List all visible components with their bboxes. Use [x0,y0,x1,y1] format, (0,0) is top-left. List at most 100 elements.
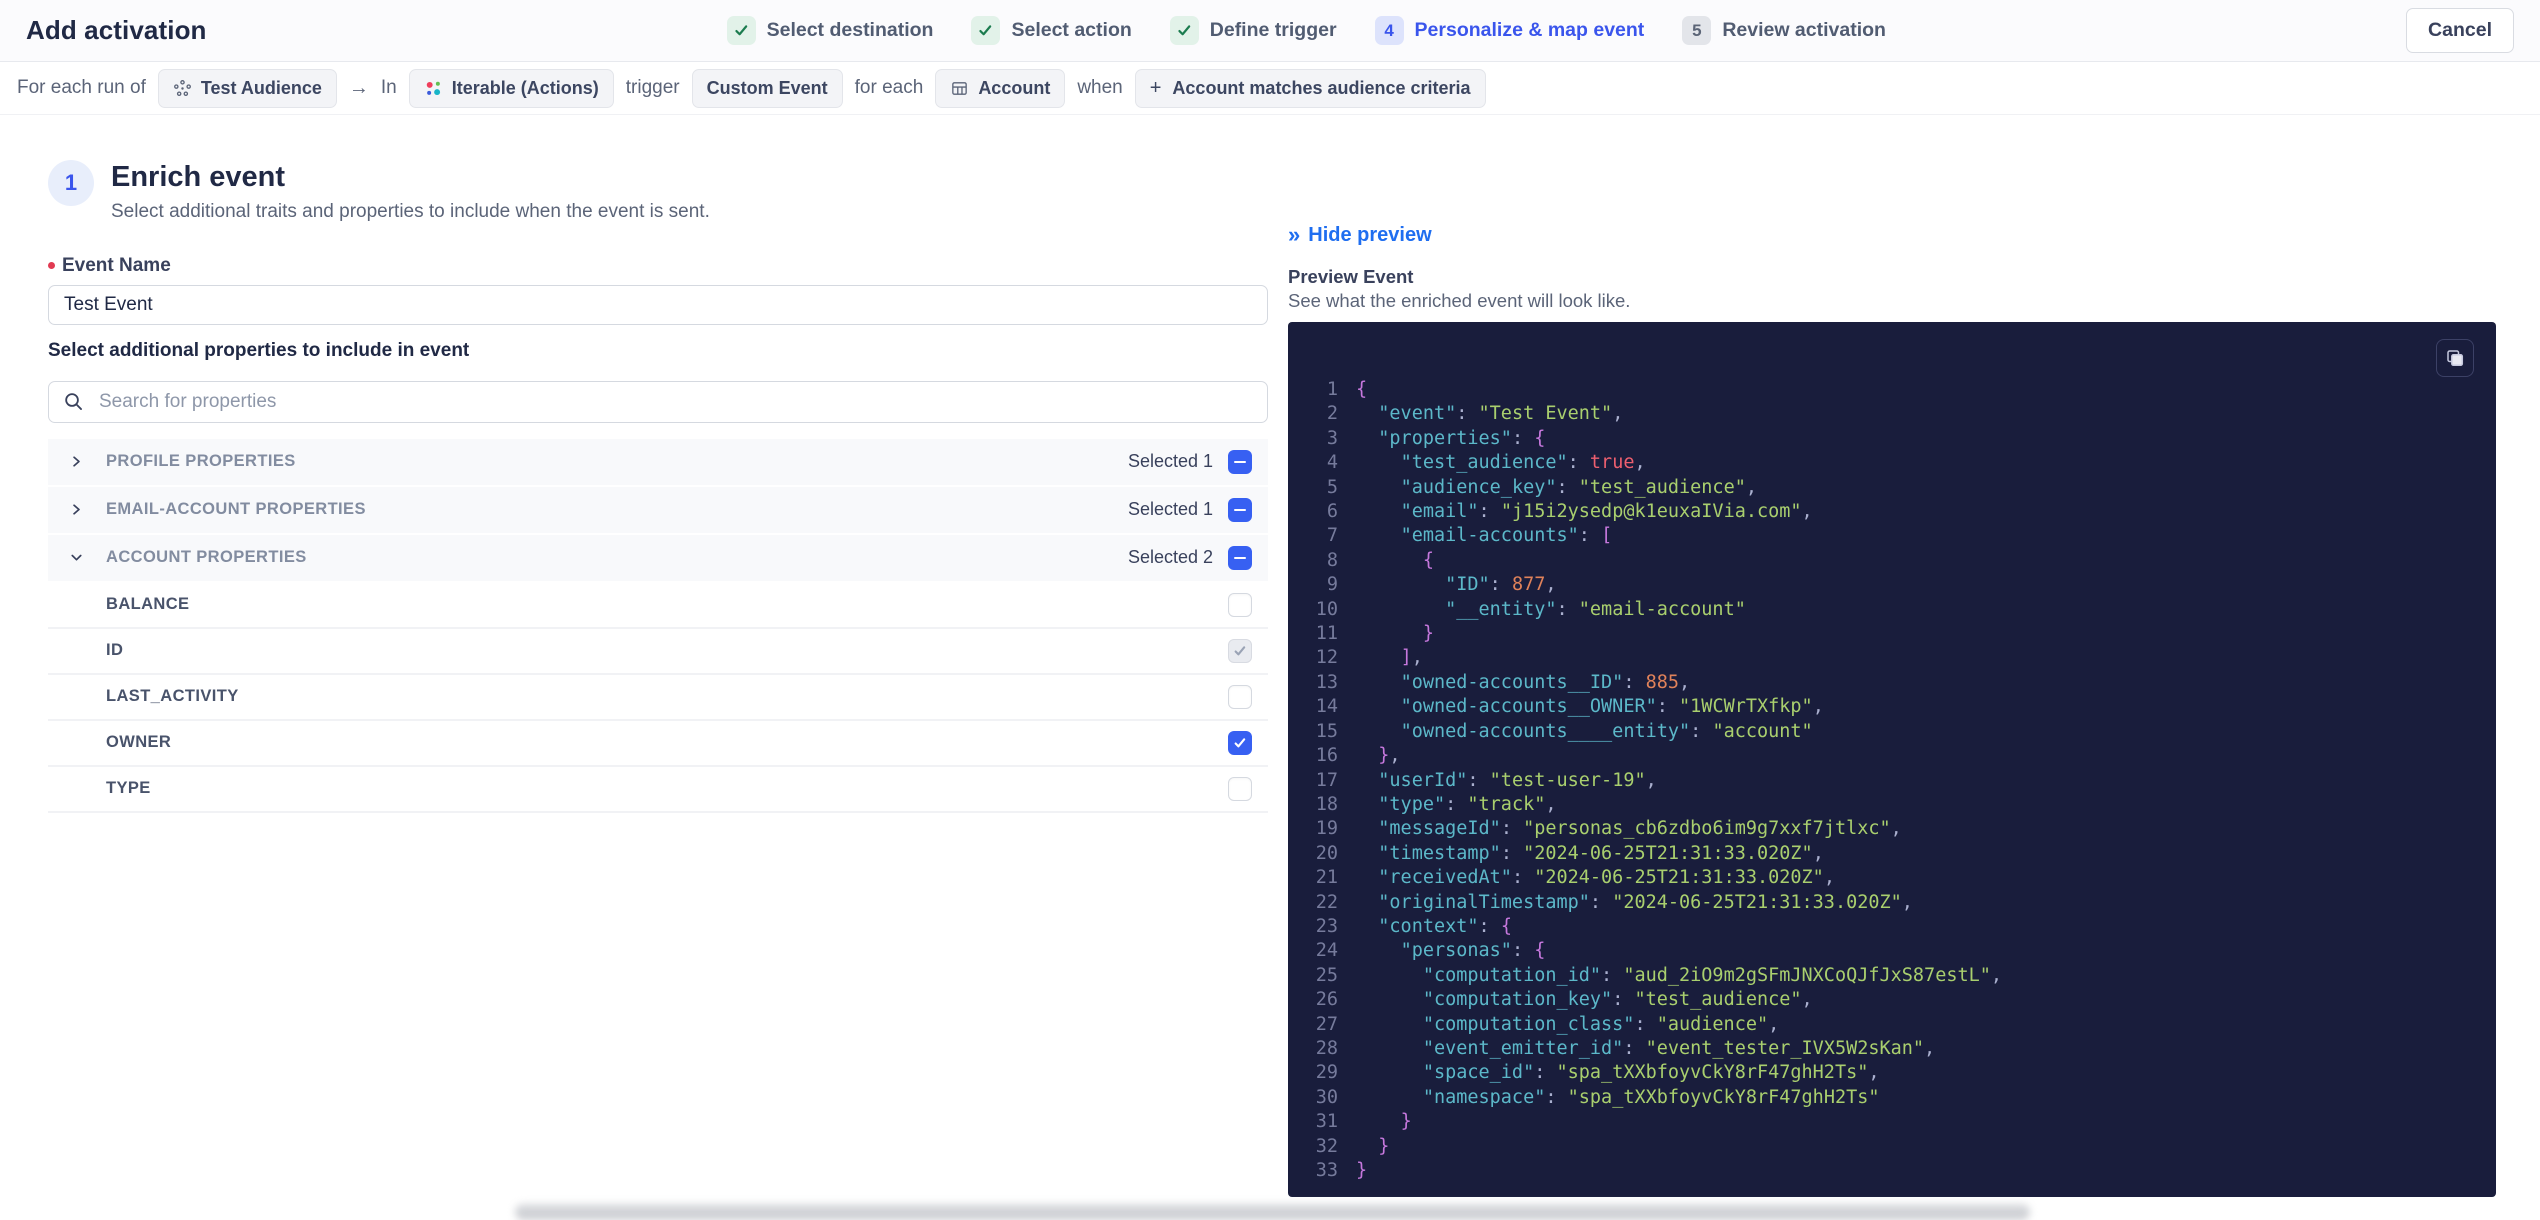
search-input[interactable] [97,389,1263,414]
line-number: 13 [1315,671,1338,693]
checkmark-icon [1169,16,1199,45]
trigger-text: trigger [625,77,680,98]
property-group-email-account-properties[interactable]: EMAIL-ACCOUNT PROPERTIES Selected 1 [48,486,1268,533]
code-line: 21 "receivedAt": "2024-06-25T21:31:33.02… [1288,866,2496,890]
line-number: 25 [1315,964,1338,986]
group-label: EMAIL-ACCOUNT PROPERTIES [106,500,366,519]
code-line: 2 "event": "Test Event", [1288,402,2496,426]
line-number: 26 [1315,989,1338,1011]
group-label: PROFILE PROPERTIES [106,452,296,471]
line-number: 23 [1315,915,1338,937]
line-number: 16 [1315,745,1338,767]
line-number: 8 [1326,549,1338,571]
enrich-header: 1 Enrich event Select additional traits … [48,160,1268,223]
step-label: Select action [1011,19,1132,41]
chevron-right-icon [70,503,85,516]
copy-icon [2445,348,2465,368]
line-number: 33 [1315,1160,1338,1181]
preview-code-panel: 1{2 "event": "Test Event", 3 "properties"… [1288,322,2496,1197]
line-number: 4 [1326,452,1338,474]
entity-pill[interactable]: Account [935,68,1066,108]
code-line: 11 } [1288,622,2496,646]
criteria-pill[interactable]: + Account matches audience criteria [1134,68,1486,108]
code-line: 28 "event_emitter_id": "event_tester_IVX… [1288,1037,2496,1061]
line-number: 21 [1315,867,1338,889]
line-number: 18 [1315,793,1338,815]
property-label: BALANCE [106,595,190,614]
selected-count: Selected 1 [1127,499,1213,520]
checkbox-id[interactable] [1228,638,1252,663]
step-define-trigger[interactable]: Define trigger [1169,16,1337,45]
group-indeterminate-checkbox[interactable] [1228,545,1252,570]
preview-title: Preview Event [1288,266,1414,287]
trigger-prefix-text: For each run of [17,77,146,98]
checkbox-last-activity[interactable] [1228,684,1252,709]
line-number: 7 [1326,525,1338,547]
code-line: 31 } [1288,1110,2496,1134]
group-indeterminate-checkbox[interactable] [1228,449,1252,474]
hide-preview-link[interactable]: » Hide preview [1288,222,1432,248]
event-name-field[interactable] [48,284,1268,325]
step-personalize-map-event[interactable]: 4 Personalize & map event [1374,16,1644,45]
step-number-badge: 5 [1682,16,1712,45]
code-line: 16 }, [1288,744,2496,768]
table-icon [950,79,969,98]
search-icon [63,391,84,412]
event-name-label: Event Name [48,255,1268,277]
destination-pill[interactable]: Iterable (Actions) [408,68,614,108]
audience-icon [173,79,192,98]
code-line: 5 "audience_key": "test_audience", [1288,476,2496,500]
property-group-account-properties[interactable]: ACCOUNT PROPERTIES Selected 2 [48,534,1268,581]
cancel-button[interactable]: Cancel [2406,8,2514,53]
code-line: 3 "properties": { [1288,427,2496,451]
step-select-destination[interactable]: Select destination [726,16,933,45]
checkmark-icon [971,16,1001,45]
chevron-down-icon [70,551,85,564]
property-group-profile-properties[interactable]: PROFILE PROPERTIES Selected 1 [48,438,1268,485]
checkbox-balance[interactable] [1228,592,1252,617]
checkbox-owner[interactable] [1228,730,1252,755]
code-line: 29 "space_id": "spa_tXXbfoyvCkY8rF47ghH2… [1288,1061,2496,1085]
bottom-edge-shadow [515,1204,2030,1220]
property-row-id: ID [48,628,1268,675]
code-line: 27 "computation_class": "audience", [1288,1013,2496,1037]
in-text: In [380,77,397,98]
section-title: Enrich event [111,161,286,193]
code-line: 10 "__entity": "email-account" [1288,598,2496,622]
line-number: 32 [1315,1135,1338,1157]
chevron-right-icon [70,455,85,468]
code-line: 8 { [1288,549,2496,573]
property-row-last-activity: LAST_ACTIVITY [48,674,1268,721]
selected-count: Selected 1 [1127,451,1213,472]
entity-pill-label: Account [978,77,1051,98]
property-row-owner: OWNER [48,720,1268,767]
section-step-number: 1 [48,160,94,206]
audience-pill[interactable]: Test Audience [157,68,337,108]
step-review-activation[interactable]: 5 Review activation [1682,16,1886,45]
preview-subtitle: See what the enriched event will look li… [1288,290,1631,311]
copy-button[interactable] [2436,339,2474,377]
event-pill[interactable]: Custom Event [691,68,843,108]
enrich-event-section: 1 Enrich event Select additional traits … [48,115,1268,813]
line-number: 1 [1326,379,1338,400]
plus-icon: + [1149,77,1162,99]
line-number: 3 [1326,427,1338,449]
iterable-icon [424,79,443,98]
checkbox-type[interactable] [1228,776,1252,801]
code-line: 20 "timestamp": "2024-06-25T21:31:33.020… [1288,842,2496,866]
code-line: 26 "computation_key": "test_audience", [1288,988,2496,1012]
trigger-summary-bar: For each run of Test Audience → In Itera… [0,62,2540,115]
property-label: OWNER [106,733,172,752]
line-number: 20 [1315,842,1338,864]
line-number: 2 [1326,403,1338,425]
step-select-action[interactable]: Select action [971,16,1132,45]
code-line: 18 "type": "track", [1288,793,2496,817]
line-number: 6 [1326,501,1338,523]
code-line: 32 } [1288,1135,2496,1159]
destination-pill-label: Iterable (Actions) [451,77,599,98]
group-indeterminate-checkbox[interactable] [1228,497,1252,522]
property-search [48,380,1268,423]
code-line: 22 "originalTimestamp": "2024-06-25T21:3… [1288,891,2496,915]
line-number: 29 [1315,1062,1338,1084]
line-number: 10 [1315,598,1338,620]
